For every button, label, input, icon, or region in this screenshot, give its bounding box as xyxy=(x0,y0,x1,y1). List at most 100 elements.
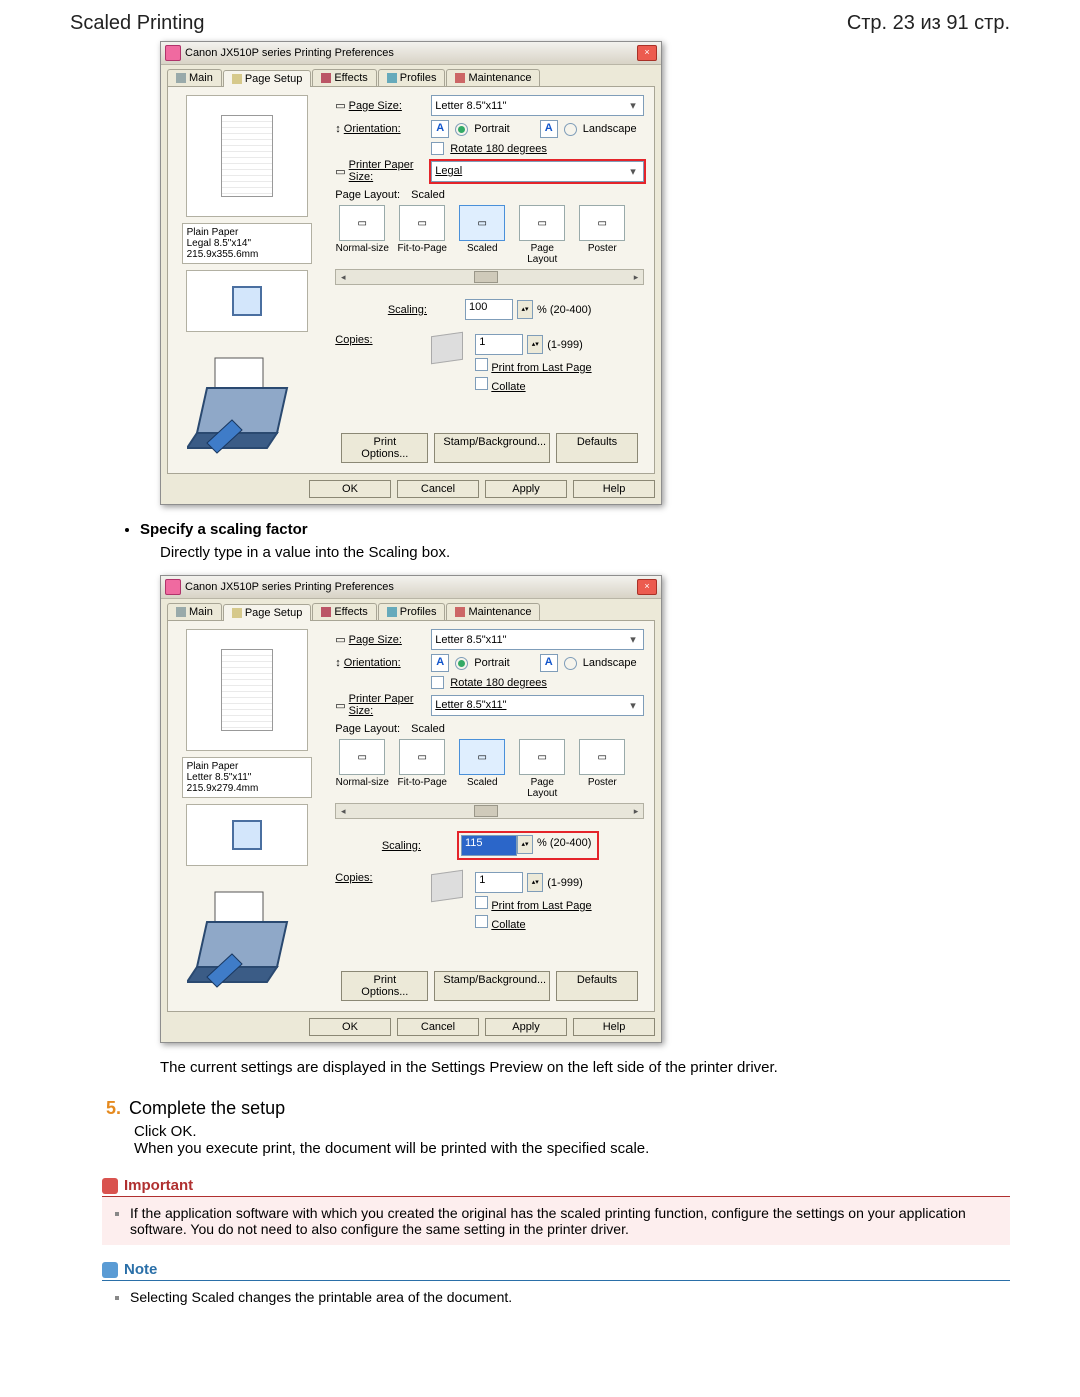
layout-scrollbar[interactable]: ◂▸ xyxy=(335,269,644,285)
layout-fit[interactable]: ▭Fit-to-Page xyxy=(395,205,449,265)
copies-stepper[interactable]: ▴▾ xyxy=(527,335,543,354)
layout-fit[interactable]: ▭Fit-to-Page xyxy=(395,739,449,799)
tab-maintenance-label: Maintenance xyxy=(468,72,531,84)
copies-label: Copies: xyxy=(335,334,372,346)
chevron-down-icon: ▾ xyxy=(626,165,640,178)
portrait-label: Portrait xyxy=(474,123,509,135)
help-button[interactable]: Help xyxy=(573,1018,655,1036)
print-last-checkbox[interactable] xyxy=(475,896,488,909)
page-layout-value: Scaled xyxy=(411,189,445,201)
printer-paper-size-combo[interactable]: Letter 8.5"x11"▾ xyxy=(431,695,644,716)
tab-profiles[interactable]: Profiles xyxy=(378,603,446,620)
apply-button[interactable]: Apply xyxy=(485,1018,567,1036)
cancel-button[interactable]: Cancel xyxy=(397,1018,479,1036)
layout-poster[interactable]: ▭Poster xyxy=(575,739,629,799)
layout-normal-label: Normal-size xyxy=(336,243,389,254)
dialog-titlebar: Canon JX510P series Printing Preferences… xyxy=(161,42,661,65)
ok-button[interactable]: OK xyxy=(309,480,391,498)
important-callout: Important If the application software wi… xyxy=(102,1177,1010,1245)
layout-scrollbar[interactable]: ◂▸ xyxy=(335,803,644,819)
tab-page-setup[interactable]: Page Setup xyxy=(223,604,312,621)
tab-maintenance-icon xyxy=(455,73,465,83)
apply-button[interactable]: Apply xyxy=(485,480,567,498)
ok-button[interactable]: OK xyxy=(309,1018,391,1036)
portrait-icon: A xyxy=(431,120,449,138)
page-size-combo[interactable]: Letter 8.5"x11"▾ xyxy=(431,95,644,116)
note-title: Note xyxy=(124,1261,157,1278)
step-number: 5. xyxy=(106,1098,121,1119)
tab-profiles-label: Profiles xyxy=(400,606,437,618)
print-options-button[interactable]: Print Options... xyxy=(341,971,428,1001)
preview-dimensions: Legal 8.5"x14" 215.9x355.6mm xyxy=(187,238,307,260)
scaling-stepper[interactable]: ▴▾ xyxy=(517,835,533,854)
scroll-left-icon[interactable]: ◂ xyxy=(336,272,350,283)
orientation-label: Orientation: xyxy=(344,657,401,669)
copies-stepper[interactable]: ▴▾ xyxy=(527,873,543,892)
layout-poster-label: Poster xyxy=(588,243,617,254)
defaults-button[interactable]: Defaults xyxy=(556,433,638,463)
landscape-radio[interactable] xyxy=(564,657,577,670)
rotate-checkbox[interactable] xyxy=(431,676,444,689)
dialog-title: Canon JX510P series Printing Preferences xyxy=(185,47,394,59)
collate-label: Collate xyxy=(491,919,525,931)
layout-pagelayout-label: Page Layout xyxy=(527,243,557,265)
tab-maintenance[interactable]: Maintenance xyxy=(446,69,540,86)
page-size-combo[interactable]: Letter 8.5"x11"▾ xyxy=(431,629,644,650)
portrait-radio[interactable] xyxy=(455,657,468,670)
bullet-text: Directly type in a value into the Scalin… xyxy=(160,544,1010,561)
scaling-input[interactable]: 100 xyxy=(465,299,513,320)
layout-normal[interactable]: ▭Normal-size xyxy=(335,739,389,799)
tab-effects[interactable]: Effects xyxy=(312,603,376,620)
scroll-thumb[interactable] xyxy=(474,271,498,283)
copies-input[interactable]: 1 xyxy=(475,334,523,355)
scaling-hint: % (20-400) xyxy=(533,835,595,856)
tab-profiles[interactable]: Profiles xyxy=(378,69,446,86)
tab-effects[interactable]: Effects xyxy=(312,69,376,86)
stamp-background-button[interactable]: Stamp/Background... xyxy=(434,971,550,1001)
layout-scaled-label: Scaled xyxy=(467,243,498,254)
rotate-label: Rotate 180 degrees xyxy=(450,677,547,689)
note-icon xyxy=(102,1262,118,1278)
scaling-stepper[interactable]: ▴▾ xyxy=(517,300,533,319)
defaults-button[interactable]: Defaults xyxy=(556,971,638,1001)
layout-normal[interactable]: ▭Normal-size xyxy=(335,205,389,265)
tab-page-setup-label: Page Setup xyxy=(245,607,303,619)
print-options-button[interactable]: Print Options... xyxy=(341,433,428,463)
settings-preview-scaled-icon xyxy=(186,804,308,866)
landscape-radio[interactable] xyxy=(564,123,577,136)
step-title: Complete the setup xyxy=(129,1098,285,1119)
page-size-icon: ▭ xyxy=(335,99,345,112)
dialog-title: Canon JX510P series Printing Preferences xyxy=(185,581,394,593)
tab-page-setup-icon xyxy=(232,74,242,84)
portrait-radio[interactable] xyxy=(455,123,468,136)
scaling-hint: % (20-400) xyxy=(537,304,591,316)
scaling-input[interactable]: 115 xyxy=(461,835,517,856)
layout-poster[interactable]: ▭Poster xyxy=(575,205,629,265)
print-last-checkbox[interactable] xyxy=(475,358,488,371)
printing-preferences-dialog-a: Canon JX510P series Printing Preferences… xyxy=(160,41,662,505)
stamp-background-button[interactable]: Stamp/Background... xyxy=(434,433,550,463)
rotate-checkbox[interactable] xyxy=(431,142,444,155)
copies-icon xyxy=(431,332,463,364)
scroll-right-icon[interactable]: ▸ xyxy=(629,272,643,283)
tab-maintenance[interactable]: Maintenance xyxy=(446,603,540,620)
tab-effects-icon xyxy=(321,73,331,83)
copies-input[interactable]: 1 xyxy=(475,872,523,893)
tab-main[interactable]: Main xyxy=(167,603,222,620)
collate-checkbox[interactable] xyxy=(475,377,488,390)
layout-pagelayout[interactable]: ▭Page Layout xyxy=(515,739,569,799)
layout-pagelayout[interactable]: ▭Page Layout xyxy=(515,205,569,265)
close-icon[interactable]: × xyxy=(637,579,657,595)
tab-main[interactable]: Main xyxy=(167,69,222,86)
tab-page-setup[interactable]: Page Setup xyxy=(223,70,312,87)
help-button[interactable]: Help xyxy=(573,480,655,498)
cancel-button[interactable]: Cancel xyxy=(397,480,479,498)
close-icon[interactable]: × xyxy=(637,45,657,61)
layout-scaled[interactable]: ▭Scaled xyxy=(455,205,509,265)
tab-main-label: Main xyxy=(189,72,213,84)
landscape-icon: A xyxy=(540,120,558,138)
layout-scaled[interactable]: ▭Scaled xyxy=(455,739,509,799)
printer-paper-size-combo[interactable]: Legal▾ xyxy=(431,161,644,182)
collate-checkbox[interactable] xyxy=(475,915,488,928)
page-size-value: Letter 8.5"x11" xyxy=(435,100,506,112)
